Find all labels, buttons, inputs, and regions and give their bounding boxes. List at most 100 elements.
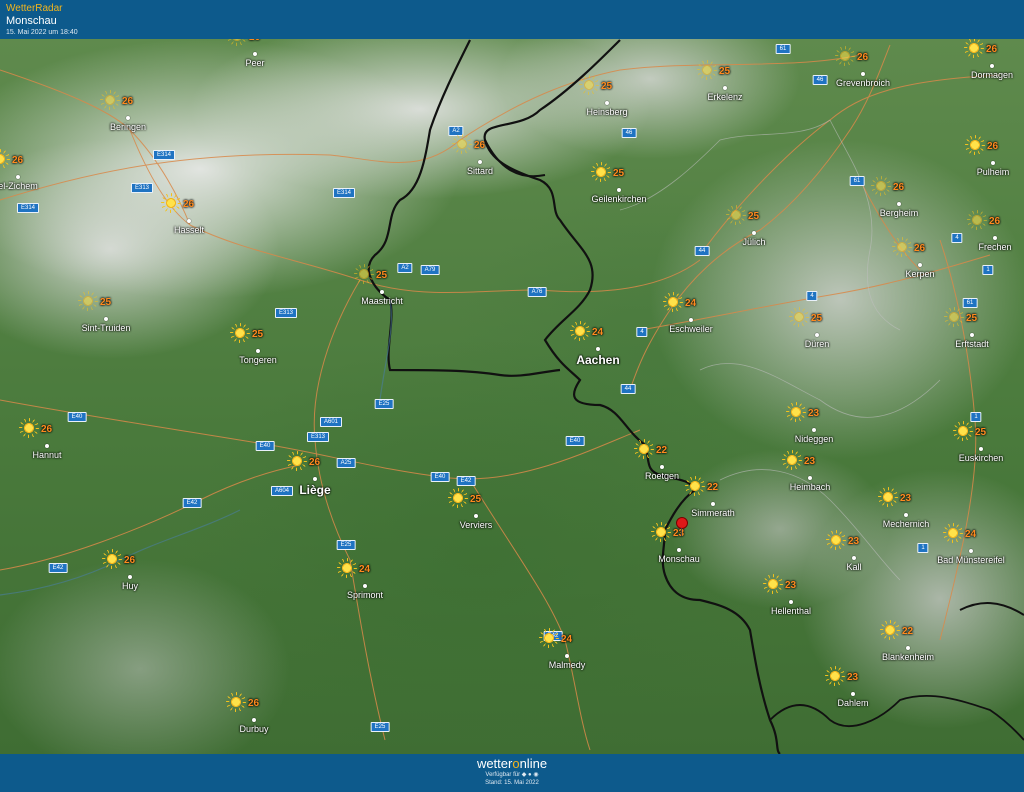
sun-icon (730, 209, 742, 221)
sun-icon (948, 311, 960, 323)
location-pin-icon[interactable] (676, 517, 688, 536)
city-name: Bad Münstereifel (937, 555, 1005, 565)
road-sign-44: 44 (620, 384, 636, 394)
city-name: Kall (846, 562, 862, 572)
temperature-value: 25 (748, 211, 760, 222)
temperature-value: 24 (592, 327, 604, 338)
road-sign-a79: A79 (420, 265, 440, 275)
sun-icon (968, 42, 980, 54)
temperature-value: 23 (847, 672, 859, 683)
temperature-value: 24 (965, 529, 977, 540)
sun-icon (701, 64, 713, 76)
app-header: WetterRadar Monschau 15. Mai 2022 um 18:… (0, 0, 1024, 39)
temperature-value: 25 (100, 297, 112, 308)
road-sign-a604: A604 (270, 486, 294, 496)
city-dot (596, 347, 600, 351)
sun-icon (543, 632, 555, 644)
city-dot (808, 476, 812, 480)
sun-icon (969, 139, 981, 151)
city-name: Blankenheim (881, 652, 935, 662)
city-name: Monschau (658, 554, 700, 564)
sun-icon (23, 422, 35, 434)
road-sign-e42: E42 (456, 476, 476, 486)
road-sign-4: 4 (951, 233, 963, 243)
temperature-value: 25 (966, 313, 978, 324)
sun-icon (875, 180, 887, 192)
city-name: Düren (804, 339, 830, 349)
city-name: Simmerath (691, 508, 735, 518)
road-sign-a76: A76 (527, 287, 547, 297)
city-dot (617, 188, 621, 192)
city-dot (126, 116, 130, 120)
city-name: Heimbach (789, 482, 831, 492)
sun-icon (595, 166, 607, 178)
city-dot (478, 160, 482, 164)
sun-icon (291, 455, 303, 467)
temperature-value: 26 (12, 155, 24, 166)
city-dot (128, 575, 132, 579)
road-sign-61: 61 (775, 44, 791, 54)
temperature-value: 26 (183, 199, 195, 210)
city-dot (789, 600, 793, 604)
sun-icon (638, 443, 650, 455)
brand-title: WetterRadar (6, 3, 63, 14)
city-dot (752, 231, 756, 235)
city-dot (918, 263, 922, 267)
temperature-value: 24 (359, 564, 371, 575)
temperature-value: 26 (309, 457, 321, 468)
sun-icon (971, 214, 983, 226)
temperature-value: 26 (986, 44, 998, 55)
road-sign-4: 4 (806, 291, 818, 301)
sun-icon (793, 311, 805, 323)
city-name: Grevenbroich (835, 78, 891, 88)
weather-map[interactable]: 61 46 A2 46 E314 E313 E314 61 E314 44 4 A2 A79 1 A76 4 6… (0, 39, 1024, 754)
road-sign-61: 61 (962, 298, 978, 308)
temperature-value: 23 (673, 528, 685, 539)
city-name: Geilenkirchen (591, 194, 647, 204)
city-name: Jülich (742, 237, 766, 247)
city-dot (979, 447, 983, 451)
city-dot (252, 718, 256, 722)
city-name: Maastricht (361, 296, 403, 306)
road-sign-a25: A25 (336, 458, 356, 468)
city-name: Liège (299, 483, 331, 497)
temperature-value: 23 (804, 456, 816, 467)
temperature-value: 22 (656, 445, 668, 456)
sun-icon (358, 268, 370, 280)
sun-icon (786, 454, 798, 466)
city-dot (363, 584, 367, 588)
city-name: Durbuy (239, 724, 269, 734)
temperature-value: 23 (808, 408, 820, 419)
city-dot (991, 161, 995, 165)
city-dot (812, 428, 816, 432)
sun-icon (82, 295, 94, 307)
city-dot (565, 654, 569, 658)
road-sign-e313: E313 (274, 308, 298, 318)
temperature-value: 22 (707, 482, 719, 493)
status-date: Stand: 15. Mai 2022 (485, 780, 539, 786)
wetteronline-logo[interactable]: wetteronline (0, 754, 1024, 771)
city-dot (851, 692, 855, 696)
availability-text: Verfügbar für ◆ ● ◉ (485, 772, 539, 778)
road-sign-e314: E314 (16, 203, 40, 213)
city-dot (605, 101, 609, 105)
road-sign-e42: E42 (48, 563, 68, 573)
app-footer: wetteronline Verfügbar für ◆ ● ◉ Stand: … (0, 754, 1024, 792)
sun-icon (767, 578, 779, 590)
city-name: Pulheim (976, 167, 1010, 177)
temperature-value: 25 (601, 81, 613, 92)
city-name: Dormagen (970, 70, 1014, 80)
city-name: Tongeren (239, 355, 277, 365)
road-sign-a601: A601 (319, 417, 343, 427)
sun-icon (667, 296, 679, 308)
city-name: Malmedy (548, 660, 586, 670)
temperature-value: 25 (376, 270, 388, 281)
road-sign-61: 61 (849, 176, 865, 186)
road-sign-e40: E40 (255, 441, 275, 451)
road-sign-44: 44 (694, 246, 710, 256)
city-dot (904, 513, 908, 517)
road-sign-e25: E25 (370, 722, 390, 732)
city-dot (970, 333, 974, 337)
temperature-value: 23 (848, 536, 860, 547)
temperature-value: 26 (249, 39, 260, 43)
